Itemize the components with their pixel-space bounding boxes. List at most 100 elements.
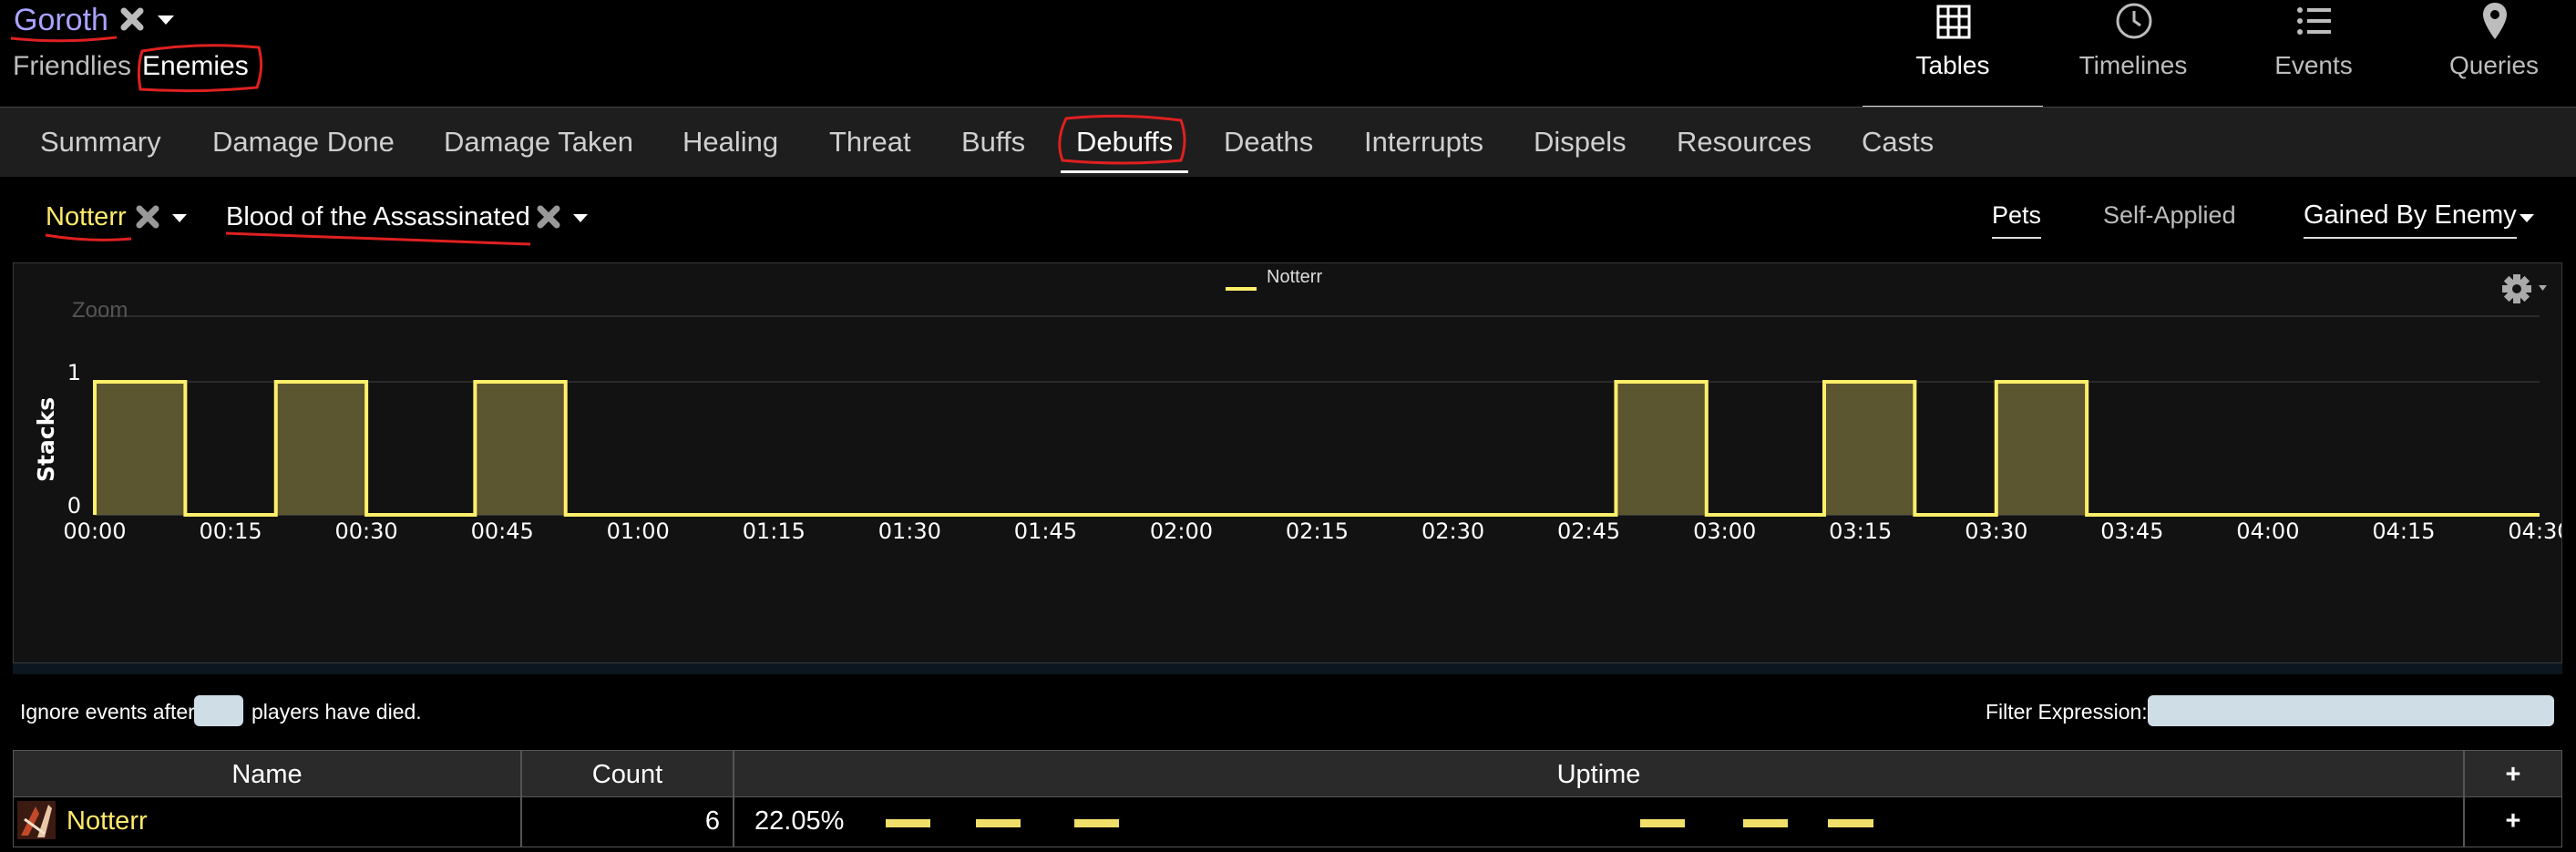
stack-interval[interactable] bbox=[275, 382, 367, 515]
ignore-deaths-input[interactable] bbox=[194, 695, 243, 726]
nav-queries-label: Queries bbox=[2448, 51, 2540, 79]
filter-expression-label: Filter Expression: bbox=[1986, 700, 2148, 724]
stack-interval[interactable] bbox=[1616, 382, 1707, 515]
x-tick-label: 03:00 bbox=[1693, 518, 1756, 544]
series-line bbox=[93, 380, 2540, 517]
x-tick-label: 00:00 bbox=[63, 518, 126, 544]
clock-icon bbox=[2116, 3, 2152, 39]
nav-events[interactable]: Events bbox=[2223, 0, 2404, 106]
row-add-button[interactable]: + bbox=[2464, 797, 2562, 847]
x-tick-label: 01:30 bbox=[878, 518, 941, 544]
x-tick-label: 04:15 bbox=[2372, 518, 2435, 544]
nav-queries[interactable]: Queries bbox=[2404, 0, 2576, 106]
uptime-segment bbox=[1073, 819, 1120, 827]
ability-filter[interactable]: Blood of the Assassinated bbox=[226, 200, 530, 233]
annotation-underline bbox=[45, 233, 132, 241]
column-header-name[interactable]: Name bbox=[13, 750, 521, 797]
list-icon bbox=[2297, 7, 2331, 35]
tab-damage-taken[interactable]: Damage Taken bbox=[444, 124, 633, 160]
tab-summary[interactable]: Summary bbox=[40, 124, 161, 160]
row-uptime: 22.05% bbox=[734, 797, 2464, 847]
x-tick-label: 02:15 bbox=[1286, 518, 1349, 544]
uptime-segment bbox=[1639, 819, 1685, 827]
y-tick-label: 0 bbox=[67, 493, 81, 518]
stack-interval[interactable] bbox=[1823, 382, 1915, 515]
friendlies-toggle[interactable]: Friendlies bbox=[13, 49, 131, 84]
uptime-segment bbox=[1828, 819, 1873, 827]
x-tick-label: 03:30 bbox=[1965, 518, 2027, 544]
enemies-toggle[interactable]: Enemies bbox=[142, 49, 249, 84]
tab-debuffs[interactable]: Debuffs bbox=[1076, 124, 1173, 160]
boss-name[interactable]: Goroth bbox=[14, 0, 108, 40]
grid-icon bbox=[1936, 5, 1971, 39]
active-tab-indicator bbox=[1061, 170, 1188, 173]
uptime-segment bbox=[886, 819, 931, 827]
remove-ability-icon[interactable] bbox=[536, 204, 561, 230]
remove-player-icon[interactable] bbox=[135, 204, 160, 230]
tab-dispels[interactable]: Dispels bbox=[1534, 124, 1627, 160]
x-tick-label: 02:00 bbox=[1150, 518, 1213, 544]
remove-boss-icon[interactable] bbox=[118, 5, 146, 33]
boss-dropdown-caret-icon[interactable] bbox=[157, 15, 175, 26]
tab-healing[interactable]: Healing bbox=[682, 124, 778, 160]
gained-by-caret-icon[interactable] bbox=[2519, 213, 2535, 223]
uptime-segment bbox=[1742, 819, 1789, 827]
chart-svg[interactable]: 0 1 00:00 00:15 00:30 00:45 01:00 01:15 01:30 01:… bbox=[14, 263, 2561, 662]
nav-tables[interactable]: Tables bbox=[1863, 0, 2043, 108]
chart-legend[interactable]: Notterr bbox=[1226, 267, 1322, 291]
ignore-events-suffix: players have died. bbox=[251, 700, 422, 724]
x-tick-label: 04:00 bbox=[2236, 518, 2299, 544]
stack-interval[interactable] bbox=[1996, 382, 2088, 515]
tab-interrupts[interactable]: Interrupts bbox=[1364, 124, 1483, 160]
debuff-table: Name Count Uptime + Notterr 6 22.05% + bbox=[13, 750, 2562, 852]
top-bar: Goroth Friendlies Enemies Tables Timelin… bbox=[0, 0, 2576, 108]
y-axis-label: Stacks bbox=[33, 397, 59, 482]
uptime-segment bbox=[975, 819, 1021, 827]
ignore-events-label: Ignore events after bbox=[20, 700, 195, 724]
x-tick-label: 00:45 bbox=[471, 518, 534, 544]
pets-toggle[interactable]: Pets bbox=[1992, 199, 2042, 239]
column-header-uptime[interactable]: Uptime bbox=[734, 750, 2464, 797]
nav-tables-label: Tables bbox=[1915, 51, 1990, 79]
table-row[interactable]: Notterr bbox=[13, 797, 521, 847]
map-pin-icon bbox=[2483, 3, 2507, 39]
x-tick-label: 01:15 bbox=[743, 518, 806, 544]
x-tick-label: 03:15 bbox=[1829, 518, 1892, 544]
stack-interval[interactable] bbox=[95, 382, 186, 515]
row-name[interactable]: Notterr bbox=[67, 797, 148, 845]
chart-settings-gear-icon[interactable] bbox=[2500, 272, 2555, 306]
x-tick-label: 00:30 bbox=[335, 518, 398, 544]
tab-casts[interactable]: Casts bbox=[1862, 124, 1934, 160]
player-dropdown-caret-icon[interactable] bbox=[171, 213, 188, 223]
nav-timelines[interactable]: Timelines bbox=[2043, 0, 2223, 106]
chart-scrollbar[interactable] bbox=[13, 663, 2562, 674]
self-applied-toggle[interactable]: Self-Applied bbox=[2103, 199, 2236, 231]
x-tick-label: 03:45 bbox=[2100, 518, 2163, 544]
player-filter[interactable]: Notterr bbox=[46, 200, 127, 233]
x-tick-label: 01:00 bbox=[607, 518, 670, 544]
x-tick-label: 00:15 bbox=[199, 518, 262, 544]
x-tick-label: 02:30 bbox=[1421, 518, 1484, 544]
stack-interval[interactable] bbox=[475, 382, 566, 515]
chart-series bbox=[93, 380, 2540, 517]
debuff-chart: 0 1 00:00 00:15 00:30 00:45 01:00 01:15 01:30 01:… bbox=[13, 262, 2562, 663]
uptime-bar bbox=[886, 797, 2098, 845]
filter-expression-input[interactable] bbox=[2148, 695, 2554, 726]
filter-row: Notterr Blood of the Assassinated Pets S… bbox=[0, 177, 2576, 261]
row-count: 6 bbox=[521, 797, 734, 847]
ability-dropdown-caret-icon[interactable] bbox=[572, 213, 589, 223]
gained-by-select[interactable]: Gained By Enemy bbox=[2304, 199, 2517, 239]
zoom-label[interactable]: Zoom bbox=[72, 298, 128, 323]
tab-resources[interactable]: Resources bbox=[1677, 124, 1811, 160]
tab-deaths[interactable]: Deaths bbox=[1224, 124, 1313, 160]
tab-bar: Summary Damage Done Damage Taken Healing… bbox=[0, 107, 2576, 178]
column-header-add[interactable]: + bbox=[2464, 750, 2562, 797]
column-header-count[interactable]: Count bbox=[521, 750, 734, 797]
tab-buffs[interactable]: Buffs bbox=[961, 124, 1025, 160]
nav-timelines-label: Timelines bbox=[2078, 51, 2188, 79]
chart-grid bbox=[95, 315, 2540, 516]
tab-threat[interactable]: Threat bbox=[829, 124, 911, 160]
tab-damage-done[interactable]: Damage Done bbox=[212, 124, 395, 160]
legend-label: Notterr bbox=[1267, 267, 1322, 287]
x-tick-label: 04:30 bbox=[2508, 518, 2561, 544]
